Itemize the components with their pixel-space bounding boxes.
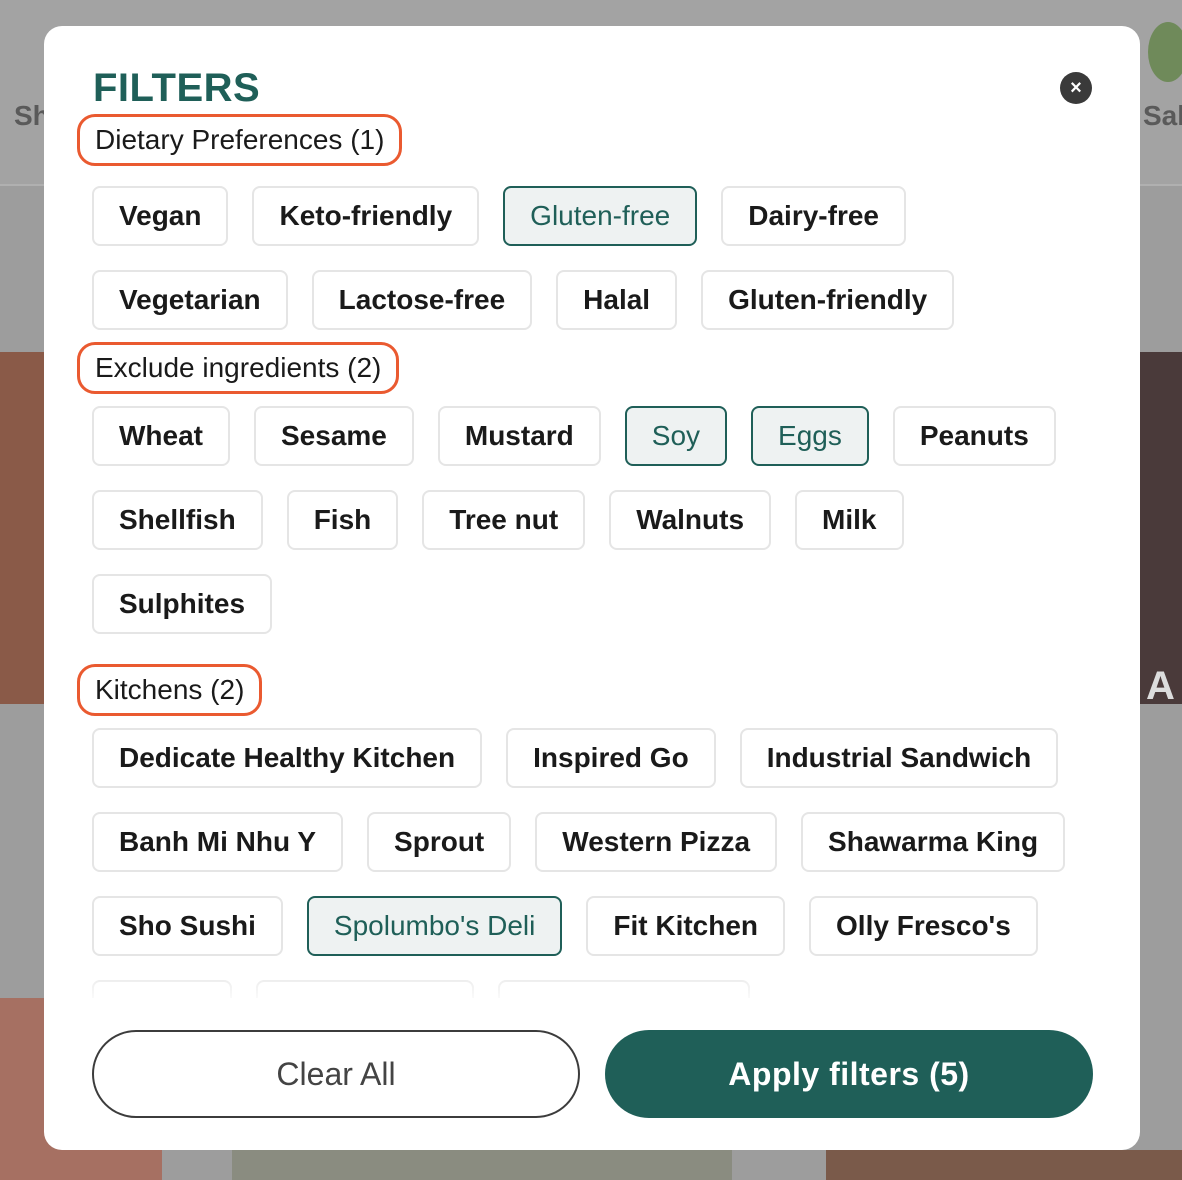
exclude-row: Wheat Sesame Mustard Soy Eggs Peanuts [92,406,1092,466]
dietary-chip[interactable]: Vegetarian [92,270,288,330]
kitchen-chip[interactable]: Fit Kitchen [586,896,786,956]
exclude-chip[interactable]: Wheat [92,406,230,466]
exclude-chip[interactable]: Eggs [751,406,869,466]
food-image-bottom-2 [232,1150,732,1180]
exclude-row: Shellfish Fish Tree nut Walnuts Milk [92,490,1092,550]
exclude-chip[interactable]: Sesame [254,406,414,466]
dietary-chip[interactable]: Keto-friendly [252,186,480,246]
kitchen-chip[interactable]: Sprout [367,812,512,872]
dietary-chip[interactable]: Gluten-friendly [701,270,955,330]
dietary-chip-group: Vegan Keto-friendly Gluten-free Dairy-free V… [92,186,1092,354]
exclude-chip[interactable]: Walnuts [609,490,772,550]
exclude-chip[interactable]: Peanuts [892,406,1056,466]
kitchen-chip[interactable]: Inspired Go [506,728,716,788]
exclude-chip[interactable]: Sulphites [92,574,273,634]
kitchen-chip[interactable]: Industrial Sandwich [739,728,1059,788]
salad-category-icon [1148,22,1182,82]
dietary-chip[interactable]: Vegan [92,186,229,246]
kitchen-chip[interactable]: Western Pizza [535,812,778,872]
dietary-chip[interactable]: Gluten-free [503,186,698,246]
food-image-left [0,352,44,704]
modal-title: FILTERS [93,66,261,110]
dietary-chip[interactable]: Halal [556,270,678,330]
kitchen-chip[interactable]: Sho Sushi [92,896,283,956]
exclude-chip[interactable]: Mustard [437,406,601,466]
exclude-row: Sulphites [92,574,1092,634]
scroll-fade [44,966,1140,998]
food-image-bottom-3 [826,1150,1182,1180]
exclude-section-label: Exclude ingredients (2) [77,342,400,394]
close-button[interactable]: × [1060,72,1092,104]
exclude-chip[interactable]: Fish [286,490,399,550]
kitchen-row: Dedicate Healthy Kitchen Inspired Go Indus… [92,728,1092,788]
dietary-row: Vegan Keto-friendly Gluten-free Dairy-free [92,186,1092,246]
filters-modal: FILTERS Dietary Preferences (1) Vegan Ket… [44,26,1140,1150]
dietary-row: Vegetarian Lactose-free Halal Gluten-friend… [92,270,1092,330]
filters-scroll-area[interactable]: FILTERS Dietary Preferences (1) Vegan Ket… [44,26,1140,998]
dietary-chip[interactable]: Dairy-free [721,186,906,246]
apply-filters-button[interactable]: Apply filters (5) [605,1030,1093,1118]
exclude-chip[interactable]: Tree nut [422,490,586,550]
clear-all-button[interactable]: Clear All [92,1030,580,1118]
exclude-chip-group: Wheat Sesame Mustard Soy Eggs Peanuts Shellfis… [92,406,1092,658]
kitchen-chip[interactable]: Dedicate Healthy Kitchen [92,728,483,788]
kitchen-chip[interactable]: Banh Mi Nhu Y [92,812,344,872]
kitchen-chip[interactable]: Shawarma King [801,812,1066,872]
kitchen-row: Sho Sushi Spolumbo's Deli Fit Kitchen Olly … [92,896,1092,956]
kitchen-row: Banh Mi Nhu Y Sprout Western Pizza Shawarma… [92,812,1092,872]
partial-banner-text: A [1146,664,1175,708]
kitchen-chip[interactable]: Spolumbo's Deli [306,896,563,956]
kitchen-chip[interactable]: Olly Fresco's [809,896,1038,956]
close-icon: × [1070,77,1082,99]
food-image-right [1140,352,1182,704]
kitchens-section-label: Kitchens (2) [77,664,263,716]
dietary-section-label: Dietary Preferences (1) [77,114,403,166]
exclude-chip[interactable]: Milk [795,490,904,550]
kitchen-chip-group: Dedicate Healthy Kitchen Inspired Go Indus… [92,728,1092,998]
category-label-right: Sal [1143,100,1182,131]
exclude-chip[interactable]: Soy [624,406,728,466]
dietary-chip[interactable]: Lactose-free [311,270,533,330]
exclude-chip[interactable]: Shellfish [92,490,263,550]
